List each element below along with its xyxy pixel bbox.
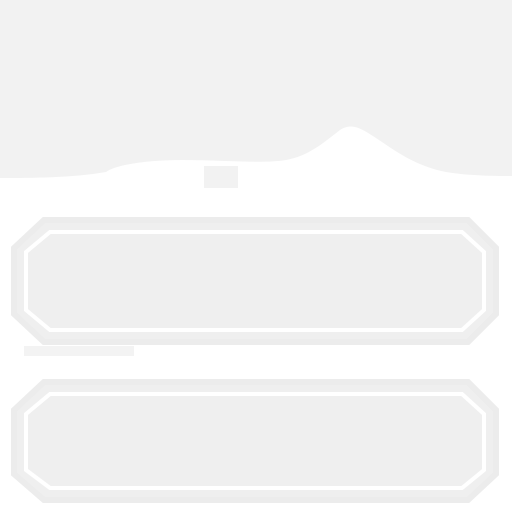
header-artwork: [0, 0, 512, 188]
header-silhouette: [0, 0, 512, 178]
banner-panel-2-outer: [11, 379, 499, 503]
banner-panel-2[interactable]: [11, 379, 499, 503]
ui-frame: [0, 0, 512, 503]
banner-panel-1-shadow: [24, 346, 134, 356]
banner-panel-1-outer: [11, 217, 499, 345]
banner-panel-1[interactable]: [11, 217, 499, 356]
header-tab: [204, 166, 238, 188]
